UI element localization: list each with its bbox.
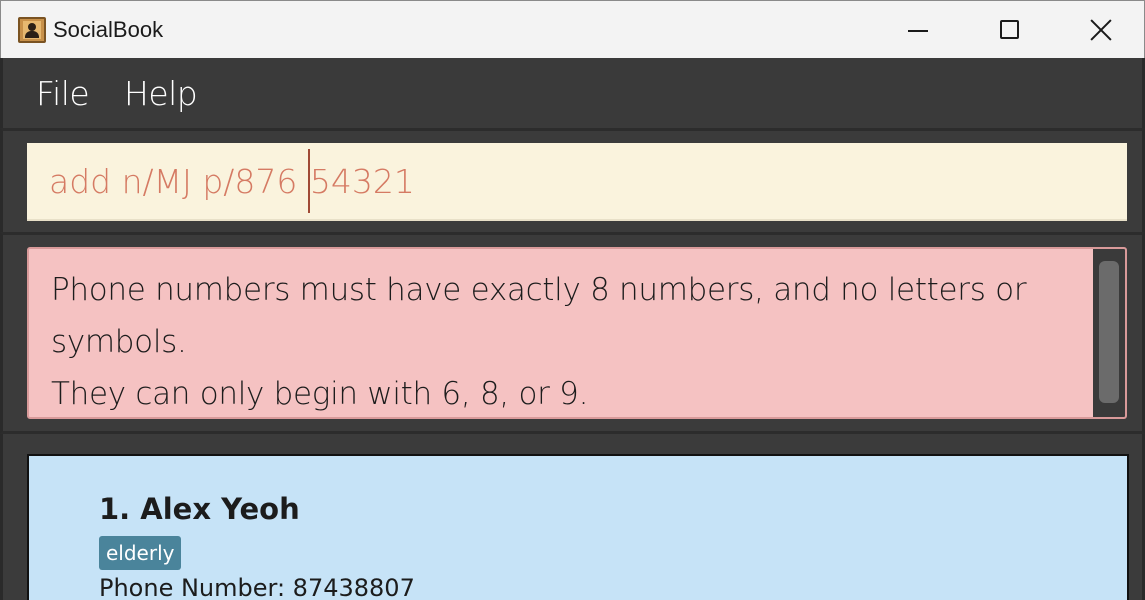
result-display-pane: Phone numbers must have exactly 8 number… [0,232,1145,434]
menu-bar: File Help [0,58,1145,128]
window-title: SocialBook [53,17,164,42]
minimize-button[interactable] [871,1,963,59]
maximize-button[interactable] [963,1,1055,59]
person-name: 1. Alex Yeoh [99,492,300,526]
command-text-after-caret: 54321 [309,162,415,201]
result-line: symbols. [51,324,187,360]
person-list-pane: 1. Alex Yeoh elderly Phone Number: 87438… [0,434,1145,600]
title-bar: SocialBook [0,0,1145,58]
menu-file[interactable]: File [36,74,90,113]
minimize-icon [908,30,928,32]
person-phone: Phone Number: 87438807 [99,574,415,600]
result-scrollbar[interactable] [1093,249,1125,417]
result-message: Phone numbers must have exactly 8 number… [51,264,1091,417]
scrollbar-thumb[interactable] [1099,261,1119,403]
result-line: They can only begin with 6, 8, or 9. [51,376,589,412]
maximize-icon [1000,20,1019,39]
tag-badge: elderly [99,536,182,570]
close-button[interactable] [1055,1,1145,59]
address-book-icon [18,17,46,43]
person-card[interactable]: 1. Alex Yeoh elderly Phone Number: 87438… [27,454,1129,600]
result-line: Phone numbers must have exactly 8 number… [51,272,1027,308]
command-input[interactable]: add n/MJ p/876 54321 [27,143,1127,221]
menu-help[interactable]: Help [124,74,198,113]
command-text-before-caret: add n/MJ p/876 [49,162,308,201]
result-display: Phone numbers must have exactly 8 number… [27,247,1127,419]
close-icon [1089,18,1113,42]
command-box-pane: add n/MJ p/876 54321 [0,128,1145,232]
